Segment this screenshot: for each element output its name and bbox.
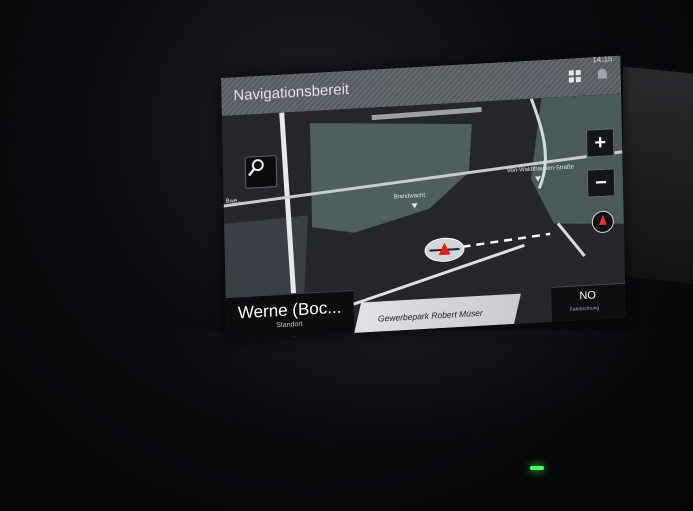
- navigation-screen: Navigationsbereit 14:15 Bwe... Brandwach…: [221, 55, 626, 341]
- road: [371, 107, 482, 121]
- heading-arrow-icon: [438, 242, 451, 256]
- dashboard-shadow: [140, 330, 660, 450]
- heading-label: Fahrtrichtung: [569, 305, 600, 313]
- zoom-in-button[interactable]: +: [585, 128, 615, 158]
- street-pin-icon: [534, 176, 542, 182]
- search-icon: [248, 159, 264, 177]
- current-location-box[interactable]: Werne (Boc... Standort: [225, 289, 355, 341]
- heading-value: NO: [579, 289, 597, 303]
- location-subtitle: Standort: [276, 320, 303, 330]
- notification-bell-icon[interactable]: [597, 68, 607, 79]
- street-label: Bwe...: [225, 198, 243, 205]
- street-pin-icon: [411, 203, 418, 209]
- road: [556, 222, 586, 257]
- search-button[interactable]: [244, 155, 278, 189]
- page-title: Navigationsbereit: [233, 80, 350, 105]
- zoom-out-button[interactable]: −: [586, 168, 616, 198]
- location-name: Werne (Boc...: [237, 297, 342, 323]
- status-time: 14:15: [592, 55, 613, 65]
- ambient-led: [530, 466, 544, 470]
- dashboard-trim: [623, 66, 693, 284]
- apps-grid-icon[interactable]: [568, 69, 581, 83]
- heading-box: NO Fahrtrichtung: [551, 282, 626, 322]
- route-line: [462, 232, 551, 249]
